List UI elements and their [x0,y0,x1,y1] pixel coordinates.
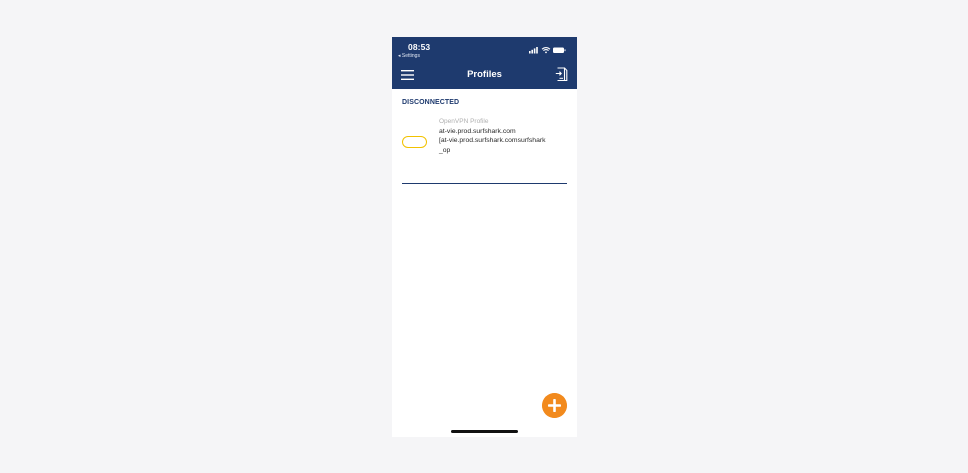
page-title: Profiles [467,69,502,80]
connection-status-heading: DISCONNECTED [402,99,460,106]
status-time: 08:53 [408,42,431,52]
profile-detail: [at-vie.prod.surfshark.comsurfshark_op [439,137,546,154]
divider [402,183,567,184]
app-header: 08:53 ◂ Settings Profiles [392,37,577,89]
signal-icon [529,47,538,54]
profile-type-label: OpenVPN Profile [439,118,489,125]
wifi-icon [541,47,551,54]
home-indicator [451,430,518,433]
add-profile-button[interactable] [542,393,567,418]
connect-toggle[interactable] [402,136,427,148]
profile-row[interactable]: OpenVPN Profile at-vie.prod.surfshark.co… [402,115,567,183]
profile-name: at-vie.prod.surfshark.com [439,128,516,135]
status-icons [529,47,566,54]
back-to-settings-link[interactable]: ◂ Settings [398,53,420,59]
import-profile-icon[interactable] [555,67,568,82]
phone-screen: 08:53 ◂ Settings Profiles DISCONNECTED O… [392,37,577,437]
battery-icon [553,47,566,53]
profile-text: OpenVPN Profile at-vie.prod.surfshark.co… [439,118,564,155]
